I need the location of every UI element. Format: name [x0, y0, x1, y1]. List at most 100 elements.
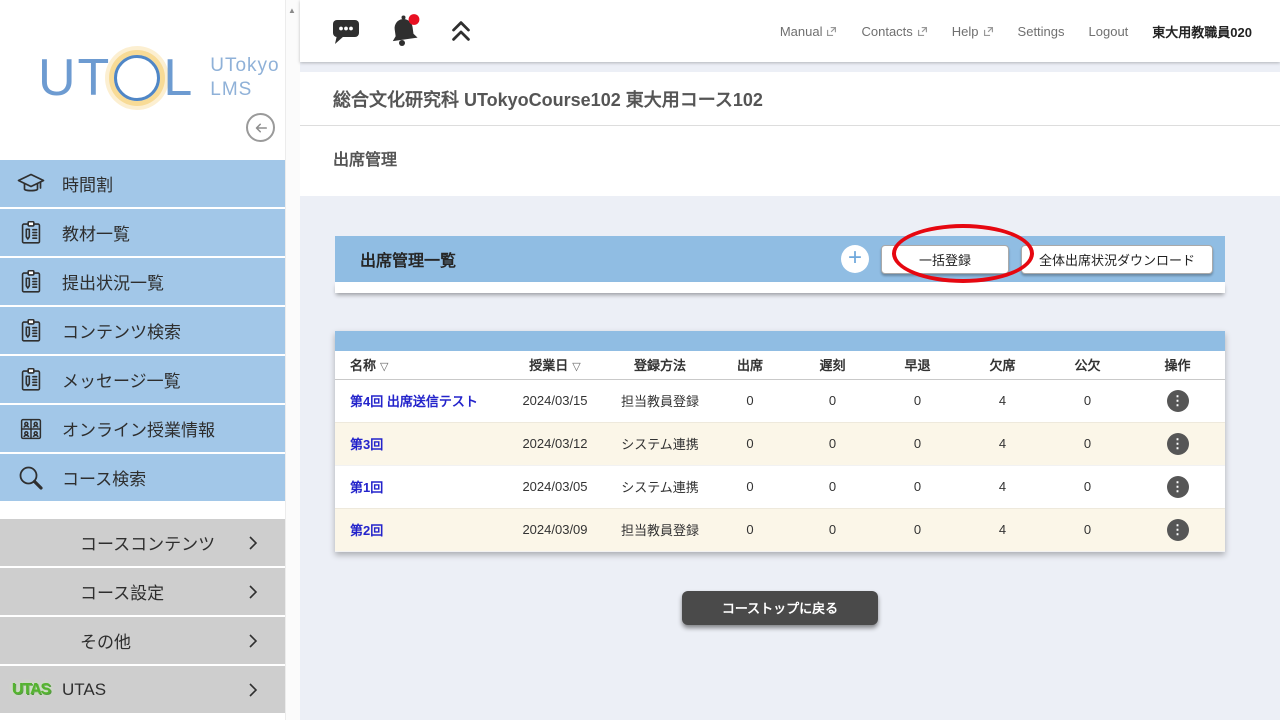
- sidebar-item-label: オンライン授業情報: [62, 421, 215, 440]
- sidebar-item-label: UTAS: [62, 679, 107, 699]
- topbar-links: Manual Contacts Help Settings Logout 東大用…: [780, 22, 1280, 41]
- cell-early: 0: [875, 422, 960, 466]
- search-icon: [0, 462, 62, 494]
- app-window: UT L UTokyo LMS 時間割 教材一覧 提出状況一覧 コンテンツ検索 …: [0, 0, 1280, 720]
- add-attendance-button[interactable]: +: [840, 244, 869, 273]
- main-area: Manual Contacts Help Settings Logout 東大用…: [300, 0, 1280, 720]
- row-menu-button[interactable]: ⋮: [1166, 518, 1189, 541]
- sidebar: UT L UTokyo LMS 時間割 教材一覧 提出状況一覧 コンテンツ検索 …: [0, 0, 285, 720]
- cell-official: 0: [1045, 422, 1130, 466]
- header-late: 遅刻: [790, 351, 875, 380]
- bell-icon: [392, 14, 420, 46]
- cell-attend: 0: [710, 465, 790, 509]
- sidebar-item-label: コースコンテンツ: [80, 535, 216, 554]
- attendance-link[interactable]: 第3回: [350, 437, 383, 452]
- chevron-right-icon: [247, 633, 259, 649]
- sort-icon[interactable]: ▽: [380, 361, 388, 373]
- sort-icon[interactable]: ▽: [572, 361, 580, 373]
- contacts-link[interactable]: Contacts: [861, 24, 927, 39]
- sidebar-item-content-search[interactable]: コンテンツ検索: [0, 307, 285, 354]
- plus-icon: +: [847, 244, 862, 271]
- sidebar-item-online-class[interactable]: オンライン授業情報: [0, 405, 285, 452]
- panel-shadow-strip: [335, 282, 1225, 293]
- utol-logo-subtext: UTokyo LMS: [210, 55, 280, 100]
- cell-official: 0: [1045, 379, 1130, 423]
- sidebar-item-label: 教材一覧: [62, 225, 130, 244]
- cell-late: 0: [790, 422, 875, 466]
- sidebar-item-course-search[interactable]: コース検索: [0, 454, 285, 501]
- bulk-register-button[interactable]: 一括登録: [880, 244, 1009, 274]
- header-attend: 出席: [710, 351, 790, 380]
- cell-method: システム連携: [610, 422, 710, 466]
- sidebar-item-course-contents[interactable]: コースコンテンツ: [0, 519, 285, 566]
- cell-date: 2024/03/05: [500, 465, 610, 509]
- cell-early: 0: [875, 379, 960, 423]
- attendance-link[interactable]: 第1回: [350, 480, 383, 495]
- chevron-right-icon: [247, 535, 259, 551]
- arrow-left-icon: [255, 123, 267, 132]
- scrollbar-up-arrow-icon[interactable]: ▲: [288, 6, 296, 15]
- cell-attend: 0: [710, 422, 790, 466]
- cell-late: 0: [790, 508, 875, 552]
- row-menu-button[interactable]: ⋮: [1166, 432, 1189, 455]
- cell-late: 0: [790, 379, 875, 423]
- cell-method: システム連携: [610, 465, 710, 509]
- utol-logo: UT L UTokyo LMS: [38, 48, 280, 108]
- sidebar-item-others[interactable]: その他: [0, 617, 285, 664]
- back-to-course-top-button[interactable]: コーストップに戻る: [681, 590, 879, 625]
- sidebar-collapse-button[interactable]: [246, 113, 275, 142]
- utol-logo-text: UT L: [38, 49, 195, 107]
- attendance-link[interactable]: 第4回 出席送信テスト: [350, 394, 478, 409]
- cell-date: 2024/03/15: [500, 379, 610, 423]
- sidebar-item-utas[interactable]: UTAS UTAS: [0, 666, 285, 713]
- cell-absent: 4: [960, 465, 1045, 509]
- row-menu-button[interactable]: ⋮: [1166, 389, 1189, 412]
- external-link-icon: [983, 26, 993, 36]
- logout-link[interactable]: Logout: [1089, 24, 1129, 39]
- settings-link[interactable]: Settings: [1018, 24, 1065, 39]
- attendance-table-card: 名称 ▽ 授業日 ▽ 登録方法 出席 遅刻 早退 欠席 公欠 操作 第4回 出席…: [335, 331, 1225, 552]
- graduation-cap-icon: [0, 168, 62, 200]
- header-official-absent: 公欠: [1045, 351, 1130, 380]
- help-link[interactable]: Help: [952, 24, 994, 39]
- user-name: 東大用教職員020: [1152, 24, 1252, 40]
- collapse-topbar-button[interactable]: [448, 16, 474, 46]
- sidebar-item-label: コンテンツ検索: [62, 323, 181, 342]
- sidebar-item-label: 時間割: [62, 176, 113, 195]
- table-row: 第3回 2024/03/12 システム連携 0 0 0 4 0 ⋮: [335, 422, 1225, 466]
- utas-logo-icon: UTAS: [11, 680, 51, 698]
- manual-link[interactable]: Manual: [780, 24, 838, 39]
- panel-title: 出席管理一覧: [360, 253, 457, 270]
- external-link-icon: [917, 26, 927, 36]
- sidebar-item-materials[interactable]: 教材一覧: [0, 209, 285, 256]
- sidebar-item-timetable[interactable]: 時間割: [0, 160, 285, 207]
- messages-button[interactable]: [330, 15, 362, 47]
- sidebar-item-label: メッセージ一覧: [62, 372, 181, 391]
- table-row: 第2回 2024/03/09 担当教員登録 0 0 0 4 0 ⋮: [335, 508, 1225, 552]
- sidebar-main-menu: 時間割 教材一覧 提出状況一覧 コンテンツ検索 メッセージ一覧 オンライン授業情…: [0, 160, 285, 501]
- notifications-button[interactable]: [388, 13, 422, 49]
- topbar-icons: [300, 13, 474, 49]
- kebab-menu-icon: ⋮: [1171, 522, 1184, 537]
- sidebar-item-label: コース設定: [80, 584, 165, 603]
- attendance-panel-header: 出席管理一覧 + 一括登録 全体出席状況ダウンロード: [335, 236, 1225, 282]
- help-link-label: Help: [951, 23, 979, 39]
- cell-absent: 4: [960, 422, 1045, 466]
- message-icon: [333, 20, 359, 44]
- settings-link-label: Settings: [1017, 23, 1065, 39]
- row-menu-button[interactable]: ⋮: [1166, 475, 1189, 498]
- sidebar-item-course-settings[interactable]: コース設定: [0, 568, 285, 615]
- cell-early: 0: [875, 508, 960, 552]
- section-title-band: 出席管理: [300, 125, 1280, 196]
- page-title: 出席管理: [333, 152, 398, 169]
- download-all-attendance-button[interactable]: 全体出席状況ダウンロード: [1020, 244, 1213, 274]
- sidebar-scrollbar[interactable]: ▲: [285, 0, 300, 720]
- attendance-link[interactable]: 第2回: [350, 523, 383, 538]
- chevron-right-icon: [247, 682, 259, 698]
- sidebar-item-messages[interactable]: メッセージ一覧: [0, 356, 285, 403]
- cell-attend: 0: [710, 379, 790, 423]
- sidebar-item-label: その他: [80, 633, 131, 652]
- sidebar-item-submissions[interactable]: 提出状況一覧: [0, 258, 285, 305]
- utol-logo-ring-icon: [114, 55, 161, 101]
- header-absent: 欠席: [960, 351, 1045, 380]
